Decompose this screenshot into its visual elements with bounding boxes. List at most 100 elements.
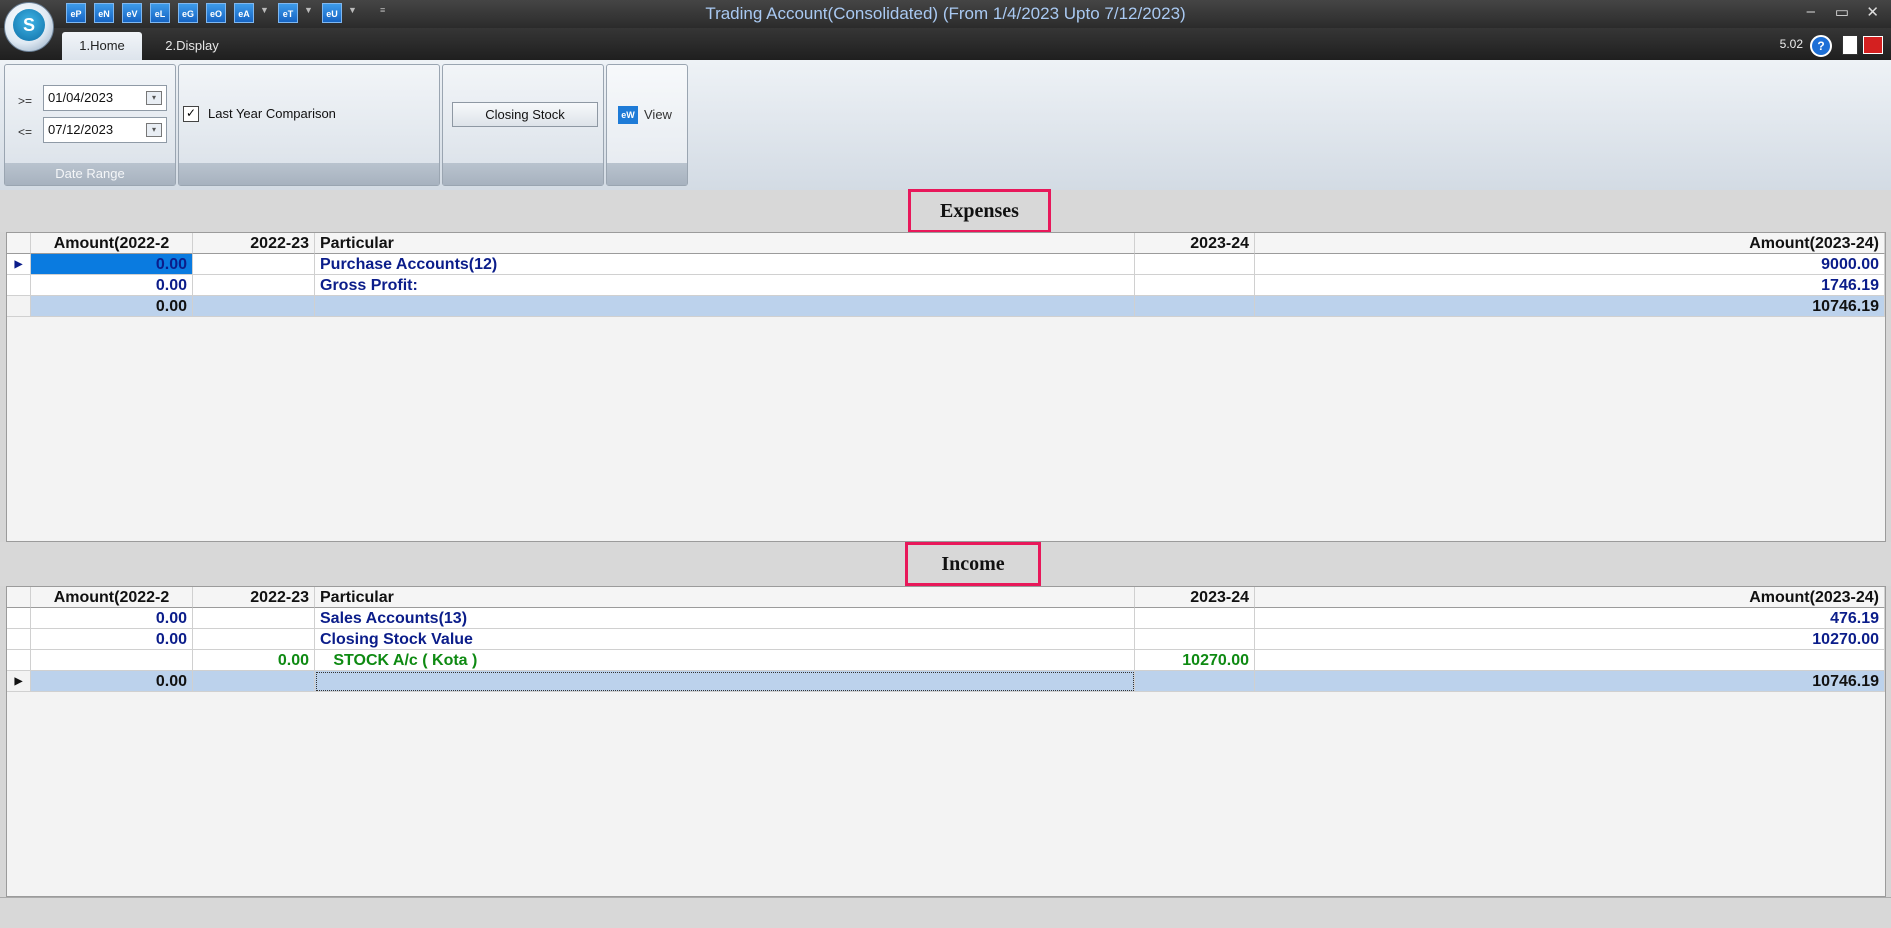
cur-year-cell[interactable]	[1135, 629, 1255, 650]
expenses-title: Expenses	[908, 189, 1051, 233]
total-amount-prev-cell[interactable]: 0.00	[31, 671, 193, 692]
current-row-arrow-icon[interactable]: ▶	[7, 254, 31, 275]
table-row[interactable]: ▶ 0.00 Purchase Accounts(12) 9000.00	[7, 254, 1885, 275]
total-amount-prev-cell[interactable]: 0.00	[31, 296, 193, 317]
view-caption	[607, 163, 687, 185]
col-prev-year-header[interactable]: 2022-23	[193, 587, 315, 608]
table-row[interactable]: 0.00 STOCK A/c ( Kota ) 10270.00	[7, 650, 1885, 671]
prev-year-cell[interactable]	[193, 296, 315, 317]
income-title: Income	[905, 542, 1041, 586]
cur-year-cell[interactable]	[1135, 275, 1255, 296]
cur-year-cell[interactable]	[1135, 254, 1255, 275]
particular-cell[interactable]: Sales Accounts(13)	[315, 608, 1135, 629]
total-row[interactable]: 0.00 10746.19	[7, 296, 1885, 317]
col-particular-header[interactable]: Particular	[315, 233, 1135, 254]
date-range-caption: Date Range	[5, 163, 175, 185]
grid-header-row: Amount(2022-2 2022-23 Particular 2023-24…	[7, 587, 1885, 608]
amount-prev-cell[interactable]: 0.00	[31, 629, 193, 650]
cur-year-cell[interactable]: 10270.00	[1135, 650, 1255, 671]
view-group[interactable]	[606, 64, 688, 186]
tab-display[interactable]: 2.Display	[152, 32, 232, 60]
total-row[interactable]: ▶ 0.00 10746.19	[7, 671, 1885, 692]
close-icon[interactable]: ✕	[1866, 3, 1879, 21]
expenses-grid: Amount(2022-2 2022-23 Particular 2023-24…	[6, 232, 1886, 542]
prev-year-cell[interactable]	[193, 671, 315, 692]
last-year-comparison-label: Last Year Comparison	[208, 106, 336, 121]
closing-stock-button[interactable]: Closing Stock	[452, 102, 598, 127]
amount-cur-cell[interactable]: 476.19	[1255, 608, 1885, 629]
particular-cell[interactable]: Closing Stock Value	[315, 629, 1135, 650]
row-selector-header	[7, 233, 31, 254]
table-row[interactable]: 0.00 Closing Stock Value 10270.00	[7, 629, 1885, 650]
view-icon[interactable]: eW	[618, 106, 638, 124]
version-label: 5.02	[1779, 37, 1803, 51]
tab-home[interactable]: 1.Home	[62, 32, 142, 60]
col-prev-year-header[interactable]: 2022-23	[193, 233, 315, 254]
particular-cell[interactable]: Purchase Accounts(12)	[315, 254, 1135, 275]
amount-cur-cell[interactable]: 10270.00	[1255, 629, 1885, 650]
amount-cur-cell[interactable]: 1746.19	[1255, 275, 1885, 296]
col-amount-prev-header[interactable]: Amount(2022-2	[31, 587, 193, 608]
row-selector[interactable]	[7, 275, 31, 296]
to-date-value: 07/12/2023	[48, 122, 114, 137]
col-particular-header[interactable]: Particular	[315, 587, 1135, 608]
col-amount-cur-header[interactable]: Amount(2023-24)	[1255, 233, 1885, 254]
amount-prev-cell[interactable]	[31, 650, 193, 671]
calendar-dropdown-icon[interactable]: ▾	[146, 123, 162, 137]
prev-year-cell[interactable]	[193, 275, 315, 296]
help-icon[interactable]: ?	[1810, 35, 1832, 57]
total-amount-cur-cell[interactable]: 10746.19	[1255, 296, 1885, 317]
row-selector[interactable]	[7, 608, 31, 629]
cur-year-cell[interactable]	[1135, 296, 1255, 317]
col-amount-prev-header[interactable]: Amount(2022-2	[31, 233, 193, 254]
cur-year-cell[interactable]	[1135, 671, 1255, 692]
comparison-caption	[179, 163, 439, 185]
closing-stock-caption	[443, 163, 603, 185]
from-date-value: 01/04/2023	[48, 90, 114, 105]
view-button-label[interactable]: View	[644, 107, 672, 122]
from-date-field[interactable]: 01/04/2023 ▾	[43, 85, 167, 111]
calendar-dropdown-icon[interactable]: ▾	[146, 91, 162, 105]
row-selector[interactable]	[7, 629, 31, 650]
particular-cell[interactable]: STOCK A/c ( Kota )	[315, 650, 1135, 671]
title-bar: eP eN eV eL eG eO eA ▼ eT ▼ eU ▼ ≡ Tradi…	[0, 0, 1891, 28]
row-selector-header	[7, 587, 31, 608]
last-year-comparison-checkbox[interactable]: ✓	[183, 106, 199, 122]
to-date-field[interactable]: 07/12/2023 ▾	[43, 117, 167, 143]
status-strip	[0, 897, 1891, 928]
prev-year-cell[interactable]	[193, 608, 315, 629]
prev-year-cell[interactable]: 0.00	[193, 650, 315, 671]
particular-cell[interactable]: Gross Profit:	[315, 275, 1135, 296]
exit-icon[interactable]	[1863, 36, 1883, 54]
income-grid: Amount(2022-2 2022-23 Particular 2023-24…	[6, 586, 1886, 897]
current-row-arrow-icon[interactable]: ▶	[7, 671, 31, 692]
prev-year-cell[interactable]	[193, 254, 315, 275]
row-selector[interactable]	[7, 650, 31, 671]
total-amount-cur-cell[interactable]: 10746.19	[1255, 671, 1885, 692]
amount-prev-cell[interactable]: 0.00	[31, 254, 193, 275]
grid-header-row: Amount(2022-2 2022-23 Particular 2023-24…	[7, 233, 1885, 254]
row-selector[interactable]	[7, 296, 31, 317]
to-operator-label: <=	[18, 125, 33, 139]
comparison-group	[178, 64, 440, 186]
app-logo-letter: S	[13, 9, 45, 41]
col-cur-year-header[interactable]: 2023-24	[1135, 587, 1255, 608]
col-amount-cur-header[interactable]: Amount(2023-24)	[1255, 587, 1885, 608]
prev-year-cell[interactable]	[193, 629, 315, 650]
amount-prev-cell[interactable]: 0.00	[31, 275, 193, 296]
amount-prev-cell[interactable]: 0.00	[31, 608, 193, 629]
col-cur-year-header[interactable]: 2023-24	[1135, 233, 1255, 254]
document-icon[interactable]	[1842, 35, 1858, 55]
app-logo[interactable]: S	[4, 2, 54, 52]
particular-cell[interactable]	[315, 296, 1135, 317]
window-title: Trading Account(Consolidated) (From 1/4/…	[705, 4, 1186, 23]
particular-cell[interactable]	[315, 671, 1135, 692]
amount-cur-cell[interactable]: 9000.00	[1255, 254, 1885, 275]
cur-year-cell[interactable]	[1135, 608, 1255, 629]
minimize-icon[interactable]: –	[1807, 3, 1815, 20]
maximize-icon[interactable]: ▭	[1835, 3, 1849, 21]
table-row[interactable]: 0.00 Sales Accounts(13) 476.19	[7, 608, 1885, 629]
table-row[interactable]: 0.00 Gross Profit: 1746.19	[7, 275, 1885, 296]
amount-cur-cell[interactable]	[1255, 650, 1885, 671]
ribbon-tab-row: 1.Home 2.Display 5.02 ?	[0, 28, 1891, 60]
